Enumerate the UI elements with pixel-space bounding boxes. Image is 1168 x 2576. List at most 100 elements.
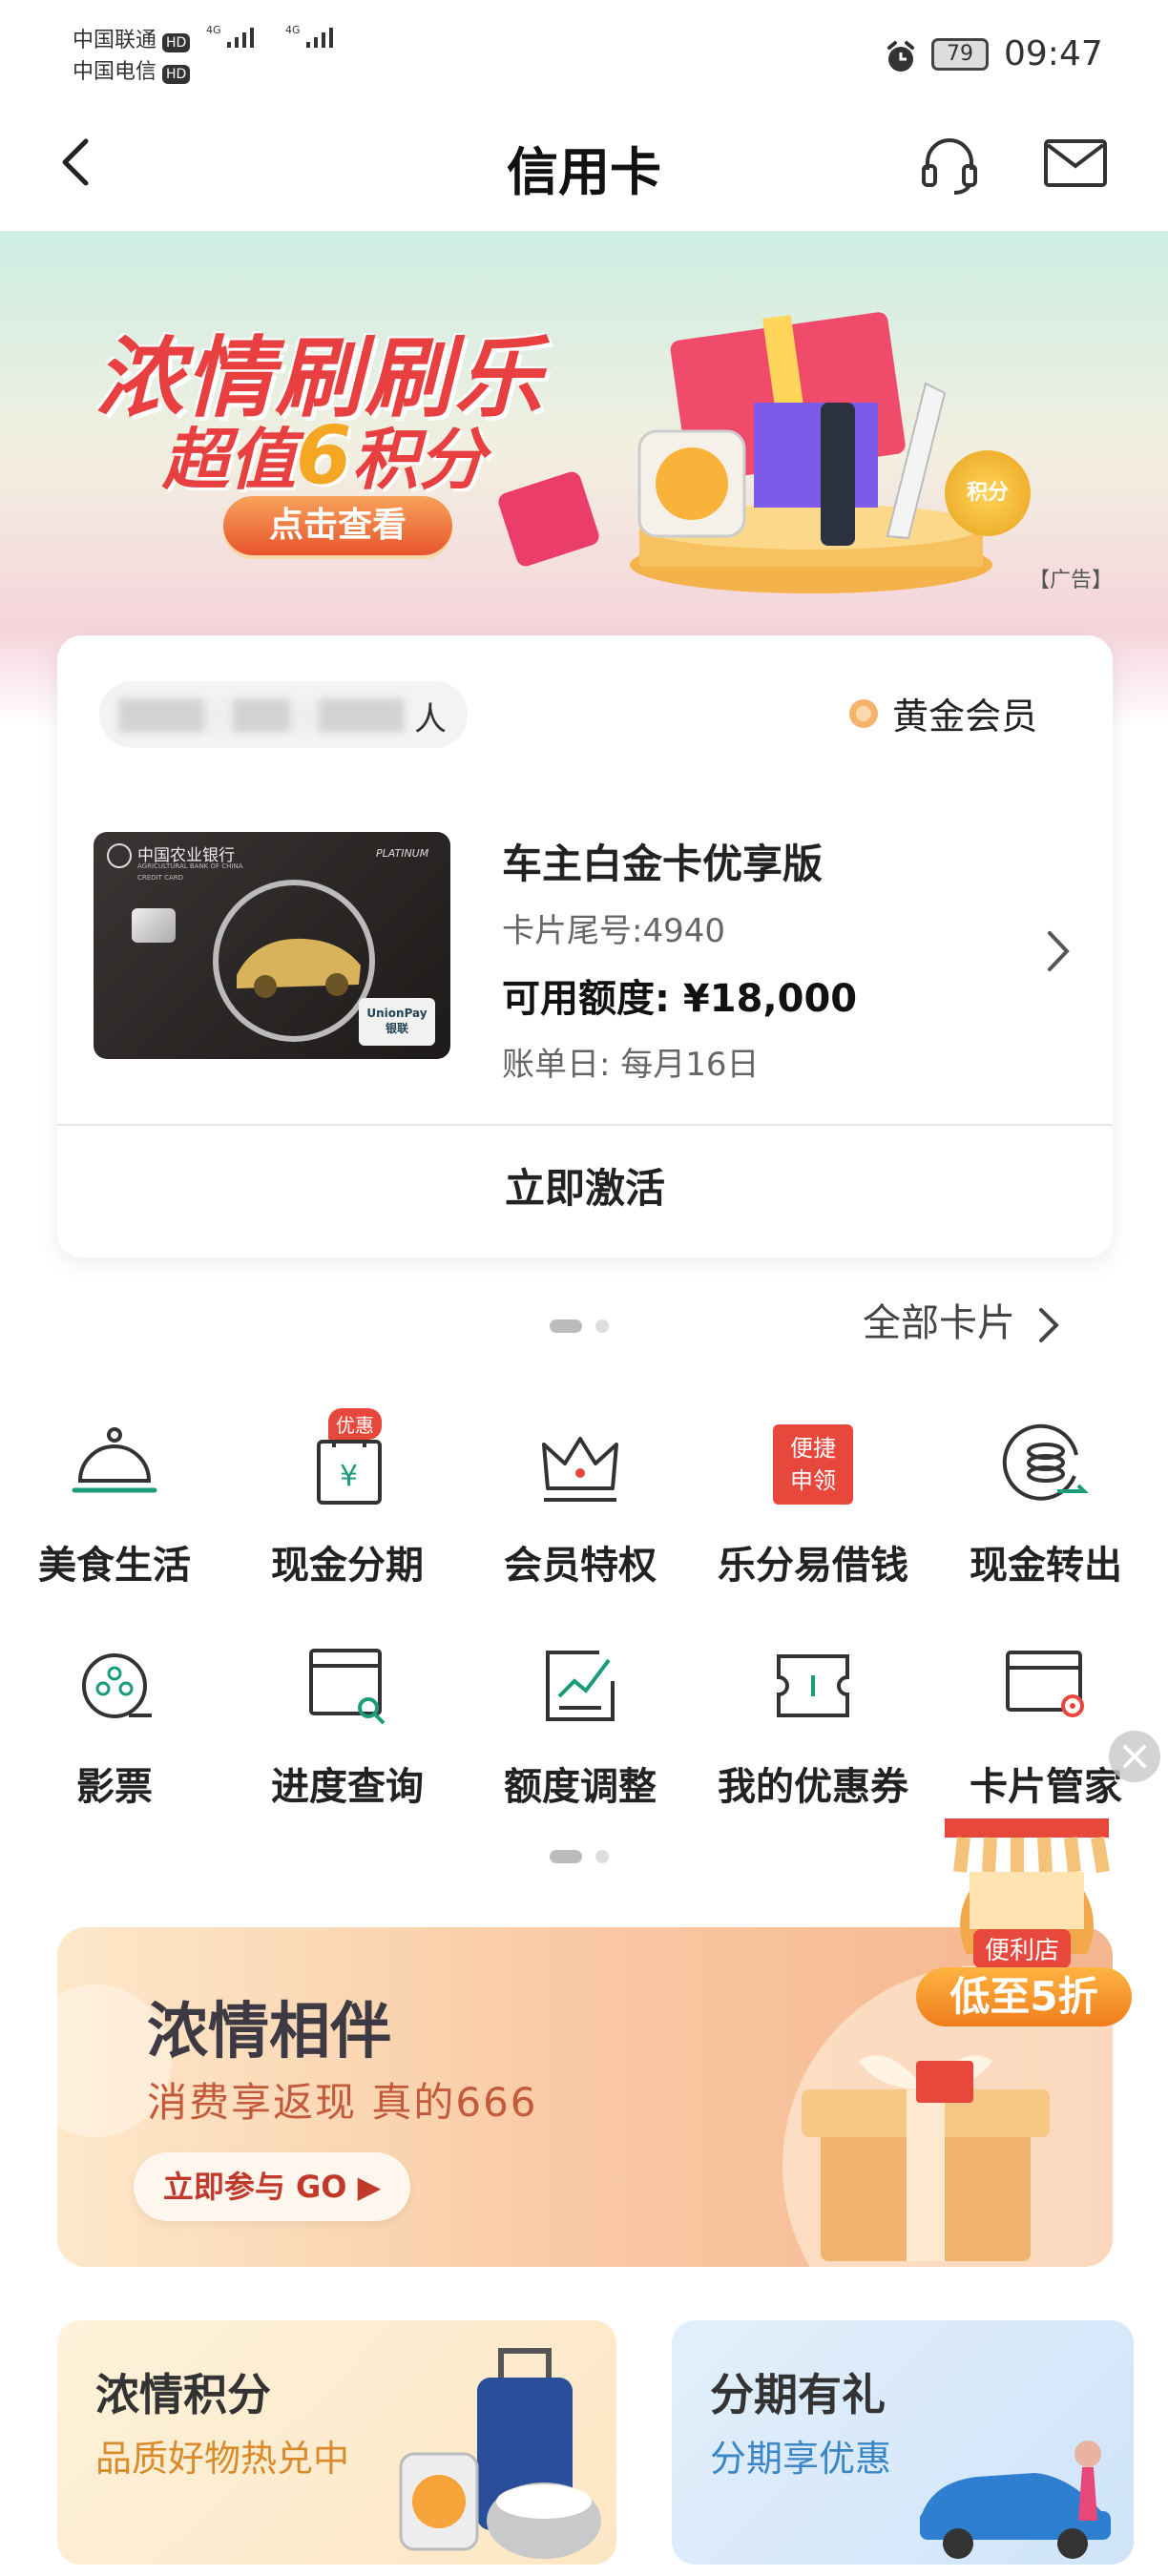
banner-subline: 超值6积分 — [162, 408, 486, 502]
mail-icon — [1044, 139, 1107, 187]
card-tier: PLATINUM — [376, 847, 429, 860]
car-illustration — [920, 2441, 1111, 2559]
alarm-icon — [882, 38, 920, 80]
menu-easy-loan[interactable]: 便捷 申领 乐分易借钱 — [699, 1412, 928, 1589]
promo-title: 浓情相伴 — [147, 1997, 391, 2067]
limit-adjust-icon — [546, 1651, 615, 1721]
card-detail-button[interactable] — [1042, 927, 1074, 979]
hd-badge: HD — [162, 33, 191, 52]
menu-label: 美食生活 — [38, 1544, 191, 1588]
menu-cash-transfer[interactable]: 现金转出 — [931, 1412, 1160, 1589]
billing-day: 账单日: 每月16日 — [502, 1046, 760, 1084]
promo-subtitle: 消费享返现 真的666 — [147, 2079, 538, 2126]
signal-icon-2: 4G — [285, 23, 348, 59]
discount-badge: 优惠 — [328, 1408, 382, 1440]
menu-label: 额度调整 — [504, 1765, 657, 1809]
close-float-button[interactable] — [1109, 1731, 1160, 1782]
menu-label: 乐分易借钱 — [718, 1544, 908, 1588]
clock: 09:47 — [1004, 34, 1103, 73]
store-deal: 低至5折 — [916, 1967, 1132, 2026]
gift-illustration — [611, 288, 1012, 607]
carrier-2: 中国电信 — [73, 60, 157, 84]
chip-icon — [132, 908, 176, 943]
menu-food-life[interactable]: 美食生活 — [0, 1412, 229, 1589]
medal-icon — [849, 698, 878, 728]
carrier-1: 中国联通 — [73, 29, 157, 52]
menu-label: 现金分期 — [271, 1544, 424, 1588]
points-card-subtitle: 品质好物热兑中 — [95, 2438, 350, 2480]
svg-text:4G: 4G — [285, 24, 301, 36]
menu-progress-query[interactable]: 进度查询 — [233, 1633, 462, 1811]
menu-movie-ticket[interactable]: 影票 — [0, 1633, 229, 1811]
progress-search-icon — [309, 1649, 386, 1725]
close-icon — [1123, 1745, 1146, 1768]
unionpay-logo: UnionPay 银联 — [359, 998, 435, 1046]
customer-service-button[interactable] — [918, 134, 981, 200]
activate-button[interactable]: 立即激活 — [57, 1126, 1113, 1257]
card-pager-dots — [550, 1316, 622, 1334]
credit-card-panel: 人 黄金会员 中国农业银行 AGRICULTURAL BANK OF CHINA… — [57, 635, 1113, 1257]
film-reel-icon — [82, 1653, 152, 1718]
card-type-label: CREDIT CARD — [137, 874, 184, 882]
svg-text:4G: 4G — [206, 24, 221, 36]
promo-cta-button[interactable]: 立即参与 GO ▶ — [134, 2152, 410, 2221]
store-float-badge[interactable]: 便利店 低至5折 — [914, 1811, 1134, 2032]
food-cloche-icon — [72, 1427, 157, 1493]
menu-member-privilege[interactable]: 会员特权 — [466, 1412, 695, 1589]
member-level: 黄金会员 — [892, 696, 1038, 737]
installment-gift-card[interactable]: 分期有礼 分期享优惠 — [672, 2320, 1134, 2565]
coin-transfer-icon — [1002, 1423, 1089, 1501]
card-bank-name-en: AGRICULTURAL BANK OF CHINA — [137, 862, 243, 870]
carrier-row-1: 中国联通 HD 4G 4G — [73, 23, 348, 59]
menu-label: 进度查询 — [271, 1765, 424, 1809]
card-tail-number: 卡片尾号:4940 — [502, 912, 725, 950]
menu-my-coupons[interactable]: 我的优惠券 — [699, 1633, 928, 1811]
pager-dot-active — [550, 1849, 582, 1863]
available-limit: 可用额度: ¥18,000 — [502, 977, 858, 1021]
svg-text:¥: ¥ — [340, 1460, 358, 1493]
member-badge[interactable]: 黄金会员 — [845, 687, 1037, 739]
menu-card-manager[interactable]: 卡片管家 — [931, 1633, 1160, 1811]
status-bar: 中国联通 HD 4G 4G 中国电信 HD 79 09:47 — [0, 0, 1168, 113]
headset-icon — [922, 138, 977, 195]
menu-label: 影票 — [76, 1765, 153, 1809]
chevron-right-icon — [1038, 1308, 1059, 1342]
installment-card-subtitle: 分期享优惠 — [710, 2438, 892, 2480]
card-image[interactable]: 中国农业银行 AGRICULTURAL BANK OF CHINA CREDIT… — [94, 832, 450, 1059]
chevron-right-icon — [1048, 931, 1070, 971]
points-card-title: 浓情积分 — [95, 2369, 271, 2420]
red-envelope-decor — [495, 469, 602, 569]
pager-dot — [595, 1319, 609, 1333]
crown-icon — [542, 1437, 618, 1502]
banner-cta-button[interactable]: 点击查看 — [223, 496, 452, 555]
menu-label: 现金转出 — [970, 1544, 1122, 1588]
points-card[interactable]: 浓情积分 品质好物热兑中 — [57, 2320, 616, 2565]
battery-indicator: 79 — [931, 38, 989, 71]
loan-icon: 便捷 申领 — [773, 1424, 853, 1505]
abc-logo-icon — [107, 843, 132, 868]
hd-badge-2: HD — [162, 65, 191, 84]
all-cards-link[interactable]: 全部卡片 — [863, 1292, 1062, 1347]
menu-label: 会员特权 — [504, 1544, 657, 1588]
luggage-appliance-illustration — [399, 2348, 601, 2559]
cardholder-name: 人 — [99, 681, 468, 748]
card-settings-icon — [1006, 1651, 1084, 1717]
menu-limit-adjust[interactable]: 额度调整 — [466, 1633, 695, 1811]
signal-icon: 4G — [206, 23, 269, 59]
masked-name — [118, 698, 405, 733]
all-cards-label: 全部卡片 — [863, 1301, 1015, 1345]
ad-tag: 【广告】 — [1029, 569, 1114, 592]
cardholder-suffix: 人 — [414, 700, 447, 738]
store-sign: 便利店 — [973, 1929, 1072, 1968]
pager-dot-active — [550, 1319, 582, 1333]
carrier-row-2: 中国电信 HD — [73, 59, 191, 86]
installment-card-title: 分期有礼 — [710, 2369, 886, 2420]
card-product-name: 车主白金卡优享版 — [502, 841, 824, 887]
gift-box-illustration — [802, 2055, 1050, 2261]
page-title: 信用卡 — [507, 142, 661, 202]
points-coin: 积分 — [945, 450, 1031, 536]
menu-cash-installment[interactable]: ¥ 优惠 现金分期 — [233, 1408, 462, 1589]
message-button[interactable] — [1042, 137, 1109, 195]
coupon-icon — [777, 1654, 849, 1717]
menu-pager-dots — [550, 1846, 622, 1864]
